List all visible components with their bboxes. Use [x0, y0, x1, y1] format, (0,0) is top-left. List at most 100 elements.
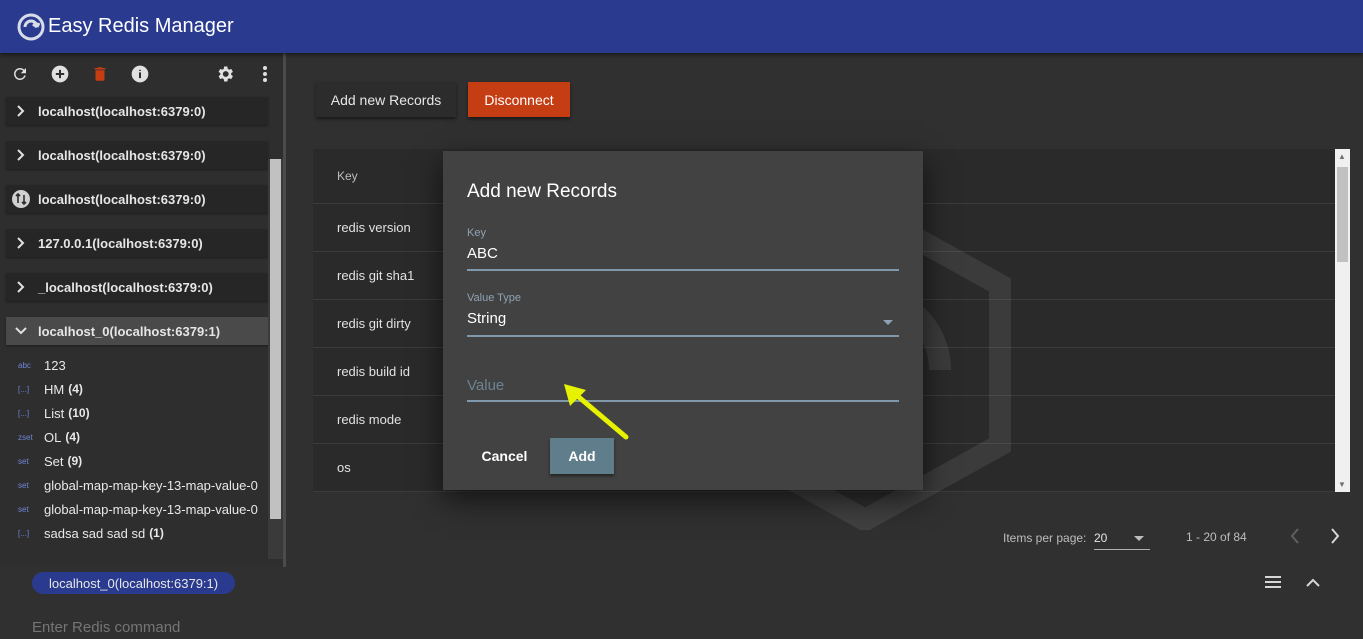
- chevron-right-icon[interactable]: [12, 149, 30, 161]
- key-type-icon: set: [18, 480, 29, 490]
- connection-label: 127.0.0.1(localhost:6379:0): [38, 235, 203, 251]
- connection-item[interactable]: 127.0.0.1(localhost:6379:0): [6, 229, 268, 257]
- add-circle-icon[interactable]: [50, 64, 70, 84]
- connection-item[interactable]: _localhost(localhost:6379:0): [6, 273, 268, 301]
- command-console: localhost_0(localhost:6379:1): [0, 567, 1363, 639]
- add-new-records-button[interactable]: Add new Records: [316, 82, 456, 117]
- key-item[interactable]: set global-map-map-key-13-map-value-0: [18, 497, 268, 521]
- key-name: 123: [44, 357, 66, 373]
- key-name: sadsa sad sad sd: [44, 525, 146, 541]
- key-name: List: [44, 405, 65, 421]
- chevron-right-icon[interactable]: [12, 105, 30, 117]
- key-item[interactable]: [...] sadsa sad sad sd (1): [18, 521, 268, 545]
- key-item[interactable]: [...] HM (4): [18, 377, 268, 401]
- value-field[interactable]: Value: [467, 377, 899, 402]
- key-list: abc 123 [...] HM (4) [...] List (10) zset OL (4…: [6, 353, 268, 545]
- key-type-icon: abc: [18, 360, 31, 370]
- key-name: HM: [44, 381, 65, 397]
- cancel-button[interactable]: Cancel: [467, 438, 542, 474]
- connection-label: localhost(localhost:6379:0): [38, 147, 206, 163]
- key-type-icon: set: [18, 456, 29, 466]
- table-scrollbar[interactable]: ▲ ▼: [1335, 149, 1350, 492]
- key-item[interactable]: set global-map-map-key-13-map-value-0: [18, 473, 268, 497]
- redis-command-input[interactable]: [32, 619, 532, 636]
- dropdown-caret-icon[interactable]: [883, 320, 893, 325]
- table-cell: redis mode: [337, 412, 402, 427]
- key-type-icon: zset: [18, 432, 33, 442]
- table-cell: redis version: [337, 220, 411, 235]
- key-name: OL: [44, 429, 62, 445]
- connection-label: localhost_0(localhost:6379:1): [38, 323, 221, 339]
- swap-icon[interactable]: [12, 190, 30, 208]
- key-type-icon: [...]: [18, 528, 30, 538]
- sidebar-scrollbar[interactable]: [268, 159, 283, 559]
- connection-item[interactable]: localhost(localhost:6379:0): [6, 141, 268, 169]
- scroll-up-icon[interactable]: ▲: [1338, 152, 1347, 161]
- refresh-icon[interactable]: [10, 64, 30, 84]
- key-name: Set: [44, 453, 64, 469]
- add-records-dialog: Add new Records Key ABC Value Type Strin…: [443, 151, 923, 490]
- disconnect-button[interactable]: Disconnect: [468, 82, 570, 117]
- more-vert-icon[interactable]: [255, 64, 275, 84]
- sidebar-toolbar: [0, 53, 283, 95]
- key-type-icon: [...]: [18, 384, 30, 394]
- key-type-icon: set: [18, 504, 29, 514]
- value-type-select[interactable]: String: [467, 310, 899, 330]
- key-count: (4): [65, 430, 81, 444]
- value-type-label: Value Type: [467, 292, 522, 304]
- key-count: (4): [68, 382, 83, 396]
- value-type-underline: [467, 335, 899, 337]
- dialog-title: Add new Records: [467, 181, 617, 202]
- table-scroll-thumb[interactable]: [1337, 167, 1348, 262]
- annotation-arrow-icon: [564, 384, 629, 440]
- connection-item-active[interactable]: localhost_0(localhost:6379:1): [6, 317, 268, 345]
- delete-icon[interactable]: [90, 64, 110, 84]
- chevron-down-icon[interactable]: [12, 326, 30, 336]
- table-cell: os: [337, 460, 351, 475]
- column-header-key[interactable]: Key: [337, 169, 358, 183]
- key-count: (1): [149, 526, 164, 540]
- key-field[interactable]: Key ABC: [467, 227, 899, 271]
- key-input[interactable]: ABC: [467, 245, 899, 265]
- key-item[interactable]: [...] List (10): [18, 401, 268, 425]
- items-per-page-label: Items per page:: [1003, 531, 1087, 545]
- app-title: Easy Redis Manager: [48, 15, 234, 37]
- connection-item[interactable]: localhost(localhost:6379:0): [6, 185, 268, 213]
- items-per-page-select[interactable]: 20: [1094, 526, 1150, 550]
- key-name: global-map-map-key-13-map-value-0: [44, 501, 258, 517]
- key-item[interactable]: abc 123: [18, 353, 268, 377]
- items-per-page-value: 20: [1094, 531, 1108, 545]
- info-icon[interactable]: [130, 64, 150, 84]
- connection-item[interactable]: localhost(localhost:6379:0): [6, 97, 268, 125]
- wrap-text-icon[interactable]: [1264, 575, 1282, 594]
- chevron-up-icon[interactable]: [1305, 575, 1321, 593]
- key-item[interactable]: zset OL (4): [18, 425, 268, 449]
- connection-chip[interactable]: localhost_0(localhost:6379:1): [32, 572, 236, 594]
- chevron-right-icon[interactable]: [12, 281, 30, 293]
- value-input[interactable]: Value: [467, 377, 899, 394]
- previous-page-button[interactable]: [1289, 527, 1301, 548]
- key-count: (9): [67, 454, 83, 468]
- app-logo-icon: [17, 13, 45, 40]
- next-page-button[interactable]: [1329, 527, 1341, 548]
- key-field-label: Key: [467, 227, 486, 239]
- chevron-right-icon[interactable]: [12, 237, 30, 249]
- sidebar-scroll-thumb[interactable]: [270, 159, 281, 519]
- key-item[interactable]: set Set (9): [18, 449, 268, 473]
- value-type-field[interactable]: Value Type String: [467, 292, 899, 337]
- sidebar: localhost(localhost:6379:0) localhost(lo…: [0, 53, 286, 567]
- key-name: global-map-map-key-13-map-value-0: [44, 477, 258, 493]
- settings-icon[interactable]: [215, 64, 235, 84]
- table-cell: redis build id: [337, 364, 410, 379]
- table-cell: redis git dirty: [337, 316, 411, 331]
- paginator: Items per page: 20 1 - 20 of 84: [1003, 522, 1353, 552]
- scroll-down-icon[interactable]: ▼: [1338, 480, 1347, 489]
- page-range: 1 - 20 of 84: [1186, 530, 1247, 544]
- add-button[interactable]: Add: [550, 438, 614, 474]
- key-count: (10): [68, 406, 90, 420]
- key-type-icon: [...]: [18, 408, 30, 418]
- key-underline: [467, 269, 899, 271]
- connection-label: _localhost(localhost:6379:0): [38, 279, 213, 295]
- connection-list: localhost(localhost:6379:0) localhost(lo…: [6, 97, 268, 545]
- table-cell: redis git sha1: [337, 268, 415, 283]
